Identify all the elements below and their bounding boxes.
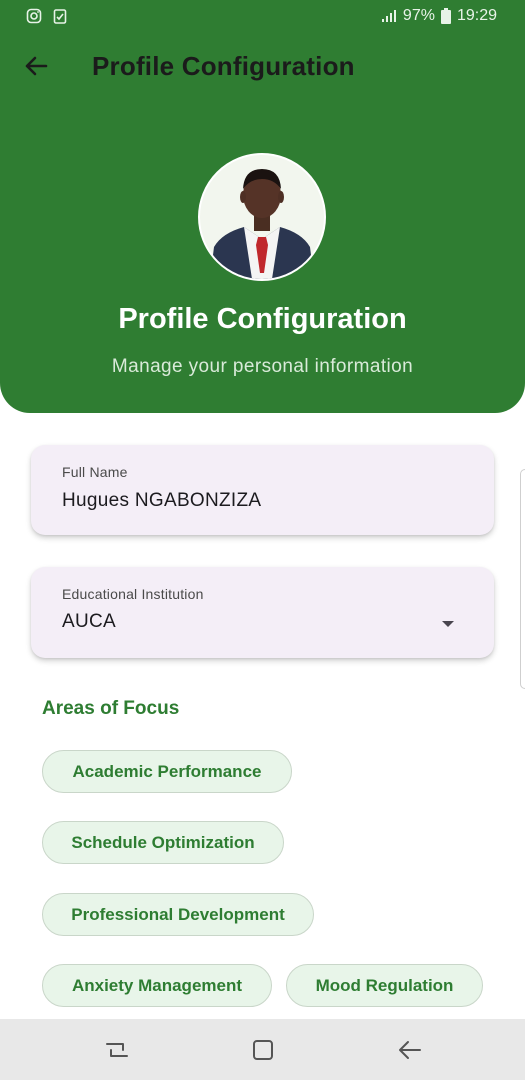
areas-of-focus-title: Areas of Focus bbox=[42, 698, 180, 719]
chip-mood-regulation[interactable]: Mood Regulation bbox=[286, 964, 483, 1007]
status-bar: 97% 19:29 bbox=[0, 0, 525, 34]
institution-dropdown[interactable]: Educational Institution AUCA bbox=[31, 567, 494, 658]
chip-anxiety-management[interactable]: Anxiety Management bbox=[42, 964, 272, 1007]
profile-header: 97% 19:29 Profile Configuration Profile … bbox=[0, 0, 525, 413]
profile-avatar[interactable] bbox=[198, 153, 326, 281]
full-name-value: Hugues NGABONZIZA bbox=[62, 490, 262, 511]
system-back-icon[interactable] bbox=[396, 1036, 424, 1064]
chip-schedule-optimization[interactable]: Schedule Optimization bbox=[42, 821, 284, 864]
hero-subtitle: Manage your personal information bbox=[111, 356, 414, 377]
page-title: Profile Configuration bbox=[92, 51, 355, 81]
scroll-indicator bbox=[520, 469, 525, 689]
full-name-label: Full Name bbox=[62, 464, 128, 480]
battery-icon bbox=[440, 8, 451, 24]
chip-academic-performance[interactable]: Academic Performance bbox=[42, 750, 292, 793]
hero-title: Profile Configuration bbox=[118, 303, 407, 335]
avatar-photo bbox=[200, 155, 324, 279]
clipboard-check-icon bbox=[53, 9, 67, 24]
system-navigation-bar bbox=[0, 1019, 525, 1080]
full-name-field[interactable]: Full Name Hugues NGABONZIZA bbox=[31, 445, 494, 535]
battery-percent: 97% bbox=[402, 7, 435, 24]
institution-label: Educational Institution bbox=[62, 586, 204, 602]
institution-value: AUCA bbox=[62, 611, 116, 632]
signal-icon bbox=[381, 10, 396, 22]
clock: 19:29 bbox=[456, 7, 497, 24]
recent-apps-icon[interactable] bbox=[103, 1036, 131, 1064]
dropdown-arrow-icon bbox=[442, 621, 454, 627]
home-icon[interactable] bbox=[249, 1036, 277, 1064]
chip-professional-development[interactable]: Professional Development bbox=[42, 893, 314, 936]
instagram-icon bbox=[26, 8, 42, 24]
back-arrow-icon[interactable] bbox=[22, 52, 50, 80]
